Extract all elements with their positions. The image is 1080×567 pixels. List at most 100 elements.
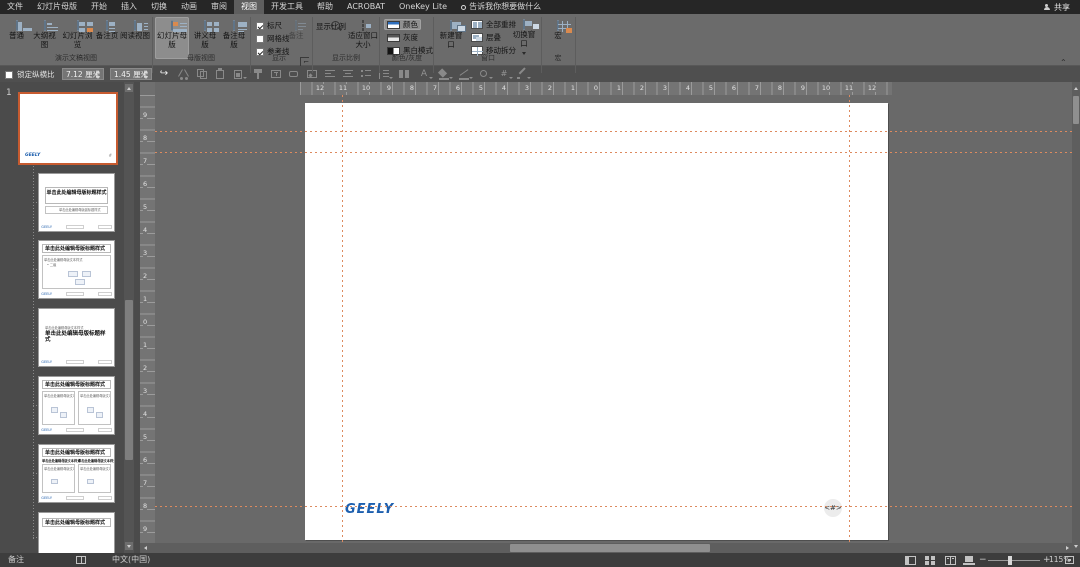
v-ruler-number: 2 xyxy=(143,272,147,280)
layout-thumbnail-comparison[interactable]: 单击此处编辑母版标题样式 单击此处编辑母版文本样式 单击此处编辑母版文本样式 单… xyxy=(38,444,115,503)
h-ruler-number: 11 xyxy=(844,84,854,92)
lock-aspect-ratio-checkbox[interactable]: 锁定纵横比 xyxy=(5,69,55,80)
layout-thumbnail-section-header[interactable]: 单击此处编辑母版文本样式 单击此处编辑母版标题样式 GEELY xyxy=(38,308,115,367)
tab-view[interactable]: 视图 xyxy=(234,0,264,14)
master-slide-thumbnail[interactable]: GEELY # xyxy=(18,92,118,165)
h-ruler-number: 9 xyxy=(386,84,392,92)
scrollbar-thumb[interactable] xyxy=(1073,96,1079,124)
shape-fill-icon xyxy=(438,68,450,80)
tab-animations[interactable]: 动画 xyxy=(174,0,204,14)
scrollbar-thumb[interactable] xyxy=(125,300,133,460)
grayscale-mode-button[interactable]: 灰度 xyxy=(384,32,421,43)
v-ruler-number: 7 xyxy=(143,479,147,487)
layout-thumbnail-title-slide[interactable]: 单击此处编辑母版标题样式 单击此处编辑母版副标题样式 GEELY xyxy=(38,173,115,232)
v-ruler-number: 9 xyxy=(143,111,147,119)
align-left-icon xyxy=(324,68,336,80)
shape-height-field[interactable]: 1.45 厘米 xyxy=(110,68,152,80)
layout-thumbnail-title-content[interactable]: 单击此处编辑母版标题样式 单击此处编辑母版文本样式 • 二级 GEELY xyxy=(38,240,115,299)
status-bar: 备注 中文(中国) − + 115% xyxy=(0,553,1080,567)
vertical-scrollbar[interactable] xyxy=(1072,82,1080,553)
zoom-slider-track[interactable] xyxy=(988,560,1040,561)
insert-shape-icon xyxy=(288,68,300,80)
tab-tell-me[interactable]: 告诉我你想要做什么 xyxy=(454,0,548,14)
zoom-slider-thumb[interactable] xyxy=(1008,556,1012,565)
draw-icon xyxy=(516,68,528,80)
spinner-arrows-icon[interactable] xyxy=(94,70,102,79)
h-ruler-number: 7 xyxy=(432,84,438,92)
slide-sorter-view-button[interactable] xyxy=(925,556,939,565)
v-ruler-number: 6 xyxy=(143,456,147,464)
scroll-up-button[interactable] xyxy=(125,84,133,92)
slide-number-placeholder[interactable]: <#> xyxy=(824,499,842,517)
notes-page-icon xyxy=(106,20,108,31)
scroll-down-button[interactable] xyxy=(125,542,133,550)
master-slide-surface[interactable]: GEELY <#> xyxy=(305,103,888,540)
tab-home[interactable]: 开始 xyxy=(84,0,114,14)
geely-logo[interactable]: GEELY xyxy=(345,502,394,517)
color-mode-button[interactable]: 颜色 xyxy=(384,19,421,30)
spinner-arrows-icon[interactable] xyxy=(142,70,150,79)
v-ruler-number: 0 xyxy=(143,318,147,326)
h-ruler-number: 7 xyxy=(754,84,760,92)
bullets-icon xyxy=(360,68,372,80)
zoom-out-button[interactable]: − xyxy=(979,553,987,567)
show-dialog-launcher[interactable]: ⌐ xyxy=(300,57,309,66)
scroll-left-button[interactable] xyxy=(141,544,149,552)
tab-transitions[interactable]: 切换 xyxy=(144,0,174,14)
horizontal-scrollbar[interactable] xyxy=(140,543,1072,553)
shape-width-field[interactable]: 7.12 厘米 xyxy=(62,68,104,80)
slide-thumbnail-panel: 1 GEELY # 单击此处编辑母版标题样式 单击此处编辑母版副标题样式 GEE… xyxy=(0,82,140,553)
tab-developer[interactable]: 开发工具 xyxy=(264,0,310,14)
reading-view-icon xyxy=(134,20,136,31)
thumb-footer: GEELY xyxy=(41,224,112,229)
ruler-checkbox[interactable]: 标尺 xyxy=(256,20,282,31)
thumbnail-panel-scrollbar[interactable] xyxy=(124,82,134,553)
layout-thumbnail-title-only[interactable]: 单击此处编辑母版标题样式 xyxy=(38,512,115,553)
tab-insert[interactable]: 插入 xyxy=(114,0,144,14)
h-ruler-number: 1 xyxy=(616,84,622,92)
horizontal-ruler: 1211109876543210123456789101112 xyxy=(300,82,892,95)
cascade-button[interactable]: 层叠 xyxy=(468,32,504,43)
scroll-down-button[interactable] xyxy=(1072,542,1080,551)
tab-slide-master[interactable]: 幻灯片母版 xyxy=(30,0,84,14)
share-button[interactable]: 共享 xyxy=(1033,0,1080,14)
tab-help[interactable]: 帮助 xyxy=(310,0,340,14)
scrollbar-thumb[interactable] xyxy=(510,544,710,552)
v-ruler-number: 5 xyxy=(143,433,147,441)
tab-onekey-lite[interactable]: OneKey Lite xyxy=(392,0,454,14)
group-label-color-grayscale: 颜色/灰度 xyxy=(381,53,433,63)
fit-slide-to-window-button[interactable] xyxy=(1065,556,1074,564)
h-ruler-number: 6 xyxy=(731,84,737,92)
normal-view-button[interactable] xyxy=(905,556,919,565)
language-indicator[interactable]: 中文(中国) xyxy=(112,553,150,567)
collapse-ribbon-button[interactable]: ⌃ xyxy=(1060,58,1067,67)
v-ruler-number: 9 xyxy=(143,525,147,533)
redo-icon[interactable]: ↪ xyxy=(158,68,170,80)
scroll-right-button[interactable] xyxy=(1063,544,1071,552)
slide-editing-canvas: 1211109876543210123456789101112 98765432… xyxy=(140,82,1072,553)
tab-review[interactable]: 审阅 xyxy=(204,0,234,14)
tab-file[interactable]: 文件 xyxy=(0,0,30,14)
guide-horizontal-bottom[interactable] xyxy=(155,506,1072,507)
thumb-footer: GEELY xyxy=(41,427,112,432)
h-ruler-number: 4 xyxy=(685,84,691,92)
slide-master-icon xyxy=(171,20,173,31)
spell-check-icon[interactable] xyxy=(76,556,90,565)
guide-vertical-right[interactable] xyxy=(849,95,850,543)
switch-windows-icon xyxy=(523,19,525,30)
outline-view-icon xyxy=(44,20,46,31)
h-ruler-number: 10 xyxy=(821,84,831,92)
fit-window-icon xyxy=(362,20,364,31)
guide-horizontal-top[interactable] xyxy=(155,131,1072,132)
notes-toggle[interactable]: 备注 xyxy=(8,553,24,567)
shape-outline-icon xyxy=(458,68,470,80)
guide-vertical-left[interactable] xyxy=(342,95,343,543)
guide-horizontal-upper[interactable] xyxy=(155,152,1072,153)
scroll-up-button[interactable] xyxy=(1072,84,1080,93)
gridlines-checkbox[interactable]: 网格线 xyxy=(256,33,290,44)
reading-view-button[interactable] xyxy=(945,556,959,565)
group-label-macros: 宏 xyxy=(541,53,575,63)
layout-thumbnail-two-content[interactable]: 单击此处编辑母版标题样式 单击此处编辑母版文本样式 单击此处编辑母版文本样式 G… xyxy=(38,376,115,435)
slideshow-view-button[interactable] xyxy=(963,556,977,565)
tab-acrobat[interactable]: ACROBAT xyxy=(340,0,392,14)
